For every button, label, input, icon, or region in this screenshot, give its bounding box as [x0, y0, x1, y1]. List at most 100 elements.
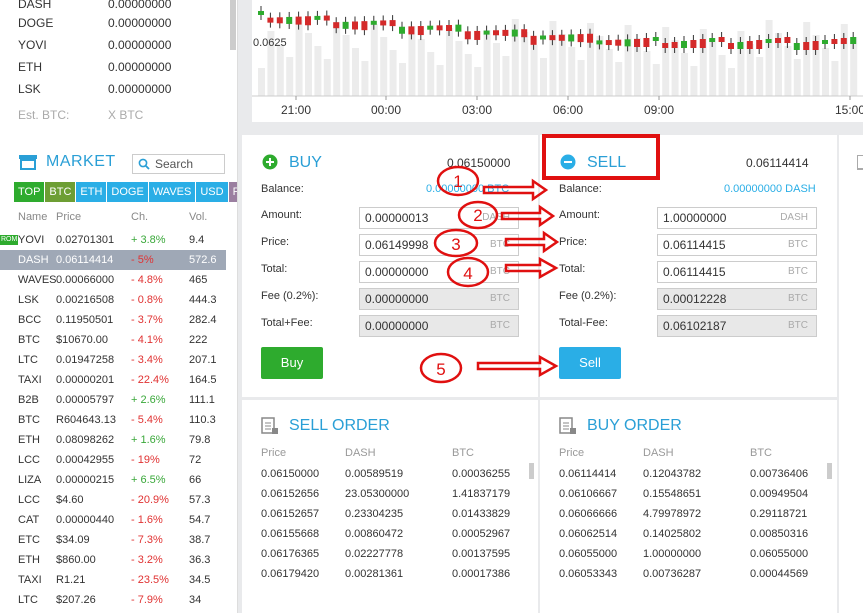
tab-doge[interactable]: DOGE: [107, 182, 148, 202]
market-row[interactable]: ETC $34.09 - 7.3% 38.7: [0, 530, 226, 550]
volume-bar: [417, 39, 425, 96]
row-volume: 444.3: [189, 294, 217, 306]
sell-best-price: 0.06114414: [746, 156, 809, 170]
volume-bar: [276, 44, 284, 96]
volume-bar: [361, 61, 369, 96]
order-cell[interactable]: 0.06106667: [559, 488, 617, 500]
order-cell[interactable]: 0.06150000: [261, 468, 319, 480]
order-cell[interactable]: 0.06176365: [261, 548, 319, 560]
market-row[interactable]: LSK 0.00216508 - 0.8% 444.3: [0, 290, 226, 310]
order-cell: 0.00036255: [452, 468, 511, 480]
volume-bar: [803, 22, 811, 96]
volume-bar: [323, 59, 331, 96]
order-cell: 1.00000000: [643, 548, 702, 560]
sell-price-input[interactable]: 0.06114415 BTC: [657, 234, 817, 256]
buy-price-input[interactable]: 0.06149998 BTC: [359, 234, 519, 256]
sidebar-scrollbar[interactable]: [230, 0, 236, 50]
row-price: $860.00: [56, 554, 96, 566]
market-row[interactable]: B2B 0.00005797 + 2.6% 111.1: [0, 390, 226, 410]
order-cell: 0.12043782: [643, 468, 702, 480]
volume-bar: [831, 61, 839, 96]
column-header-name[interactable]: Name: [18, 211, 47, 223]
column-header-change[interactable]: Ch.: [131, 211, 148, 223]
buy-best-price: 0.06150000: [447, 156, 511, 170]
order-cell[interactable]: 0.06053343: [559, 568, 617, 580]
row-price: 0.00042955: [56, 454, 115, 466]
balance-coin: DOGE: [18, 16, 54, 30]
buy-order-scrollbar[interactable]: [827, 463, 832, 479]
candle: [502, 29, 509, 36]
row-price: R1.21: [56, 574, 86, 586]
price-chart[interactable]: 0.0625 21:00 00:00 03:00 06:00 09:00 15:00: [252, 0, 863, 122]
tab-rur[interactable]: RUR: [228, 182, 237, 202]
sell-order-scrollbar[interactable]: [529, 463, 534, 479]
market-row[interactable]: TAXI 0.00000201 - 22.4% 164.5: [0, 370, 226, 390]
market-row[interactable]: LTC $207.26 - 7.9% 34: [0, 590, 226, 610]
candle: [587, 33, 593, 43]
row-volume: 110.3: [189, 414, 216, 426]
sell-amount-input[interactable]: 1.00000000 DASH: [657, 207, 817, 229]
order-cell[interactable]: 0.06152657: [261, 508, 319, 520]
market-row[interactable]: ETH 0.08098262 + 1.6% 79.8: [0, 430, 226, 450]
market-row[interactable]: LIZA 0.00000215 + 6.5% 66: [0, 470, 226, 490]
order-list-icon: [261, 417, 278, 434]
tab-eth[interactable]: ETH: [76, 182, 107, 202]
volume-bar: [314, 46, 322, 96]
candle: [549, 35, 556, 41]
market-row[interactable]: BTC $10670.00 - 4.1% 222: [0, 330, 226, 350]
tab-usd[interactable]: USD: [196, 182, 228, 202]
row-price: 0.06114414: [56, 254, 114, 266]
tab-btc[interactable]: BTC: [45, 182, 76, 202]
order-cell[interactable]: 0.06155668: [261, 528, 319, 540]
market-row[interactable]: ROM YOVI 0.02701301 + 3.8% 9.4: [0, 230, 226, 250]
candle: [568, 34, 575, 42]
buy-total-unit: BTC: [490, 266, 510, 277]
candle: [775, 38, 781, 43]
buy-totalfee-label: Total+Fee:: [261, 317, 313, 329]
volume-bar: [342, 35, 350, 96]
candle: [408, 26, 415, 35]
balance-row-eth: ETH 0.00000000: [18, 60, 171, 74]
column-header-price[interactable]: Price: [56, 211, 81, 223]
tab-waves[interactable]: WAVES: [148, 182, 196, 202]
row-name: BTC: [18, 414, 40, 426]
candle: [446, 25, 452, 31]
column-header-volume[interactable]: Vol.: [189, 211, 207, 223]
order-cell[interactable]: 0.06066666: [559, 508, 617, 520]
candle: [652, 37, 659, 41]
market-row[interactable]: WAVES 0.00066000 - 4.8% 465: [0, 270, 226, 290]
sell-button[interactable]: Sell: [559, 347, 621, 379]
order-cell: 0.00589519: [345, 468, 404, 480]
market-row[interactable]: TAXI R1.21 - 23.5% 34.5: [0, 570, 226, 590]
market-row[interactable]: ETH $860.00 - 3.2% 36.3: [0, 550, 226, 570]
row-price: 0.00066000: [56, 274, 115, 286]
buy-balance-value[interactable]: 0.00000000 BTC: [426, 183, 509, 195]
market-row[interactable]: LTC 0.01947258 - 3.4% 207.1: [0, 350, 226, 370]
candle: [793, 43, 800, 50]
market-row[interactable]: LCC 0.00042955 - 19% 72: [0, 450, 226, 470]
search-input[interactable]: Search: [132, 154, 225, 174]
time-label: 03:00: [462, 103, 492, 117]
order-cell[interactable]: 0.06062514: [559, 528, 617, 540]
volume-bar: [822, 48, 829, 96]
order-cell[interactable]: 0.06114414: [559, 468, 616, 480]
candle: [427, 25, 434, 30]
order-cell[interactable]: 0.06055000: [559, 548, 617, 560]
market-row[interactable]: LCC $4.60 - 20.9% 57.3: [0, 490, 226, 510]
candlestick-chart: 0.0625 21:00 00:00 03:00 06:00 09:00 15:00: [252, 6, 863, 117]
market-row[interactable]: BCC 0.11950501 - 3.7% 282.4: [0, 310, 226, 330]
sell-total-input[interactable]: 0.06114415 BTC: [657, 261, 817, 283]
market-row[interactable]: BTC R604643.13 - 5.4% 110.3: [0, 410, 226, 430]
market-row[interactable]: DASH 0.06114414 - 5% 572.6: [0, 250, 226, 270]
row-change: - 20.9%: [131, 494, 169, 506]
order-cell[interactable]: 0.06179420: [261, 568, 319, 580]
buy-amount-input[interactable]: 0.00000013 DASH: [359, 207, 519, 229]
tab-top[interactable]: TOP: [14, 182, 45, 202]
order-cell[interactable]: 0.06152656: [261, 488, 319, 500]
buy-total-input[interactable]: 0.00000000 BTC: [359, 261, 519, 283]
sell-balance-value[interactable]: 0.00000000 DASH: [724, 183, 816, 195]
market-row[interactable]: CAT 0.00000440 - 1.6% 54.7: [0, 510, 226, 530]
row-price: 0.00005797: [56, 394, 115, 406]
row-name: ETH: [18, 554, 40, 566]
buy-button[interactable]: Buy: [261, 347, 323, 379]
